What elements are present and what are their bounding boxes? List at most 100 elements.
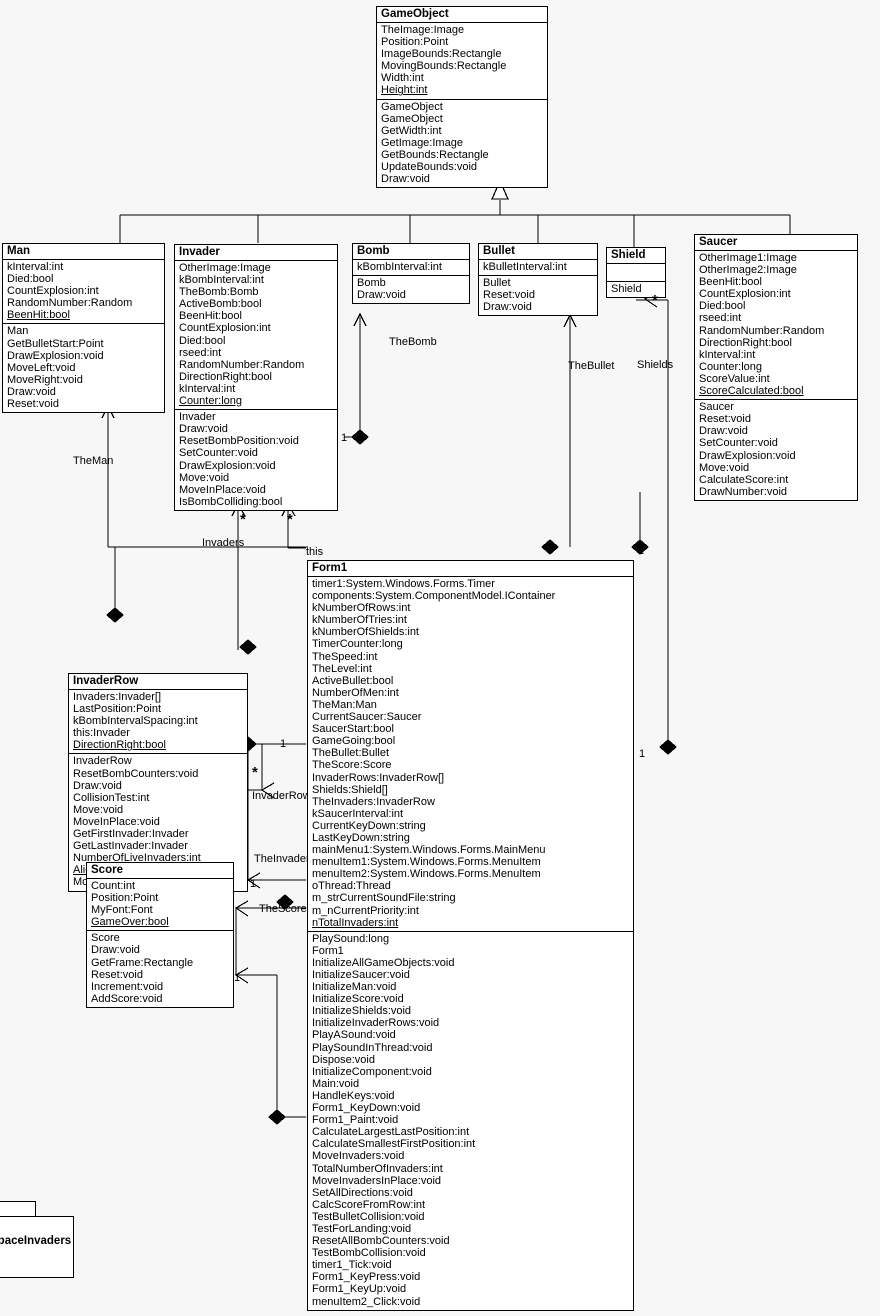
- attribute: menuItem1:System.Windows.Forms.MenuItem: [312, 856, 541, 869]
- operation: Draw:void: [73, 779, 122, 792]
- attribute: CountExplosion:int: [179, 322, 271, 335]
- operation: Move:void: [179, 471, 230, 484]
- attribute: DirectionRight:bool: [179, 370, 272, 383]
- operation: GetLastInvader:Invader: [73, 840, 188, 853]
- operation: ResetBombCounters:void: [73, 767, 199, 780]
- operation: HandleKeys:void: [312, 1089, 395, 1102]
- attribute: Died:bool: [699, 300, 746, 313]
- attribute: mainMenu1:System.Windows.Forms.MainMenu: [312, 844, 546, 857]
- attributes-compartment: OtherImage1:Image OtherImage2:Image Been…: [695, 251, 857, 401]
- operation: Move:void: [699, 461, 750, 474]
- operation: Man: [7, 325, 29, 338]
- attribute: Invaders:Invader[]: [73, 691, 162, 703]
- operation: CalculateSmallestFirstPosition:int: [312, 1138, 476, 1151]
- attributes-compartment: OtherImage:Image kBombInterval:int TheBo…: [175, 261, 337, 411]
- attribute: Shields:Shield[]: [312, 783, 388, 796]
- class-name: Form1: [308, 561, 633, 577]
- operation: InitializeInvaderRows:void: [312, 1017, 440, 1030]
- class-name: Score: [87, 863, 233, 879]
- operation: InvaderRow: [73, 755, 132, 768]
- attribute: oThread:Thread: [312, 880, 391, 893]
- attribute: RandomNumber:Random: [699, 324, 825, 337]
- class-form1[interactable]: Form1 timer1:System.Windows.Forms.Timer …: [307, 560, 634, 1311]
- attribute: MyFont:Font: [91, 904, 153, 917]
- operation: SetCounter:void: [179, 447, 258, 460]
- edge-label-thebomb: TheBomb: [389, 336, 437, 348]
- attribute: rseed:int: [699, 312, 742, 325]
- attribute: TheScore:Score: [312, 759, 392, 772]
- operations-compartment: Score Draw:void GetFrame:Rectangle Reset…: [87, 931, 233, 1007]
- class-shield[interactable]: Shield Shield: [606, 247, 666, 299]
- attributes-compartment: [607, 264, 665, 282]
- attribute: NumberOfMen:int: [312, 686, 399, 699]
- attribute: menuItem2:System.Windows.Forms.MenuItem: [312, 868, 541, 881]
- operation: AddScore:void: [91, 992, 163, 1005]
- multiplicity-bomb: 1: [341, 432, 348, 444]
- edge-label-theman: TheMan: [73, 455, 114, 467]
- attribute: RandomNumber:Random: [7, 297, 133, 310]
- operations-compartment: Man GetBulletStart:Point DrawExplosion:v…: [3, 324, 164, 412]
- class-man[interactable]: Man kInterval:int Died:bool CountExplosi…: [2, 243, 165, 414]
- operation: Reset:void: [91, 968, 143, 981]
- operation: Draw:void: [357, 289, 406, 302]
- class-name: Shield: [607, 248, 665, 264]
- attribute: kInterval:int: [699, 348, 756, 361]
- attribute: OtherImage:Image: [179, 262, 271, 274]
- attribute: GameGoing:bool: [312, 735, 396, 748]
- operations-compartment: PlaySound:long Form1 InitializeAllGameOb…: [308, 932, 633, 1310]
- operation: PlaySoundInThread:void: [312, 1041, 433, 1054]
- attribute: ActiveBullet:bool: [312, 674, 394, 687]
- edge-label-this: this: [306, 546, 324, 558]
- attribute: components:System.ComponentModel.IContai…: [312, 590, 556, 603]
- package-spaceinvaders[interactable]: SpaceInvaders: [0, 1201, 78, 1281]
- class-name: Saucer: [695, 235, 857, 251]
- attribute: CurrentKeyDown:string: [312, 819, 426, 832]
- operation: timer1_Tick:void: [312, 1259, 392, 1272]
- class-invaderrow[interactable]: InvaderRow Invaders:Invader[] LastPositi…: [68, 673, 248, 892]
- class-name: Man: [3, 244, 164, 260]
- operation: DrawNumber:void: [699, 485, 788, 498]
- operation: InitializeShields:void: [312, 1005, 412, 1018]
- operation: TotalNumberOfInvaders:int: [312, 1162, 443, 1175]
- edge-label-theinvaders: TheInvaders: [254, 853, 316, 865]
- operation: Move:void: [73, 803, 124, 816]
- attribute: Died:bool: [7, 273, 54, 286]
- attribute: timer1:System.Windows.Forms.Timer: [312, 578, 495, 590]
- multiplicity-form-right: 1: [639, 748, 646, 760]
- attribute: Height:int: [381, 84, 428, 97]
- attribute: TheInvaders:InvaderRow: [312, 795, 435, 808]
- attribute: MovingBounds:Rectangle: [381, 60, 507, 73]
- edge-label-thebullet: TheBullet: [568, 360, 615, 372]
- operation: PlaySound:long: [312, 932, 390, 945]
- operation: MoveInvadersInPlace:void: [312, 1174, 442, 1187]
- attribute: Count:int: [91, 880, 136, 892]
- multiplicity-invaderrow-left: 1: [250, 878, 257, 890]
- attribute: Died:bool: [179, 334, 226, 347]
- attribute: BeenHit:bool: [699, 276, 762, 289]
- operation: GetBounds:Rectangle: [381, 148, 489, 161]
- attribute: Position:Point: [91, 892, 159, 905]
- class-bullet[interactable]: Bullet kBulletInterval:int Bullet Reset:…: [478, 243, 598, 317]
- operation: Draw:void: [91, 944, 140, 957]
- multiplicity-score: 1: [234, 972, 241, 984]
- class-gameobject[interactable]: GameObject TheImage:Image Position:Point…: [376, 6, 548, 189]
- class-score[interactable]: Score Count:int Position:Point MyFont:Fo…: [86, 862, 234, 1008]
- operation: UpdateBounds:void: [381, 161, 478, 174]
- attribute: kInterval:int: [7, 261, 64, 273]
- operation: GetFirstInvader:Invader: [73, 828, 189, 841]
- class-invader[interactable]: Invader OtherImage:Image kBombInterval:i…: [174, 244, 338, 511]
- class-bomb[interactable]: Bomb kBombInterval:int Bomb Draw:void: [352, 243, 470, 305]
- operation: Form1_Paint:void: [312, 1114, 399, 1127]
- attributes-compartment: kBulletInterval:int: [479, 260, 597, 277]
- class-name: InvaderRow: [69, 674, 247, 690]
- class-saucer[interactable]: Saucer OtherImage1:Image OtherImage2:Ima…: [694, 234, 858, 501]
- operation: GetFrame:Rectangle: [91, 956, 194, 969]
- attribute: Counter:long: [179, 395, 242, 408]
- operation: ResetAllBombCounters:void: [312, 1235, 450, 1248]
- operation: GameObject: [381, 112, 443, 125]
- operation: MoveInPlace:void: [73, 815, 160, 828]
- operation: GetImage:Image: [381, 136, 463, 149]
- multiplicity-saucer: 1: [638, 545, 645, 557]
- attribute: ScoreCalculated:bool: [699, 385, 804, 398]
- attribute: nTotalInvaders:int: [312, 916, 399, 929]
